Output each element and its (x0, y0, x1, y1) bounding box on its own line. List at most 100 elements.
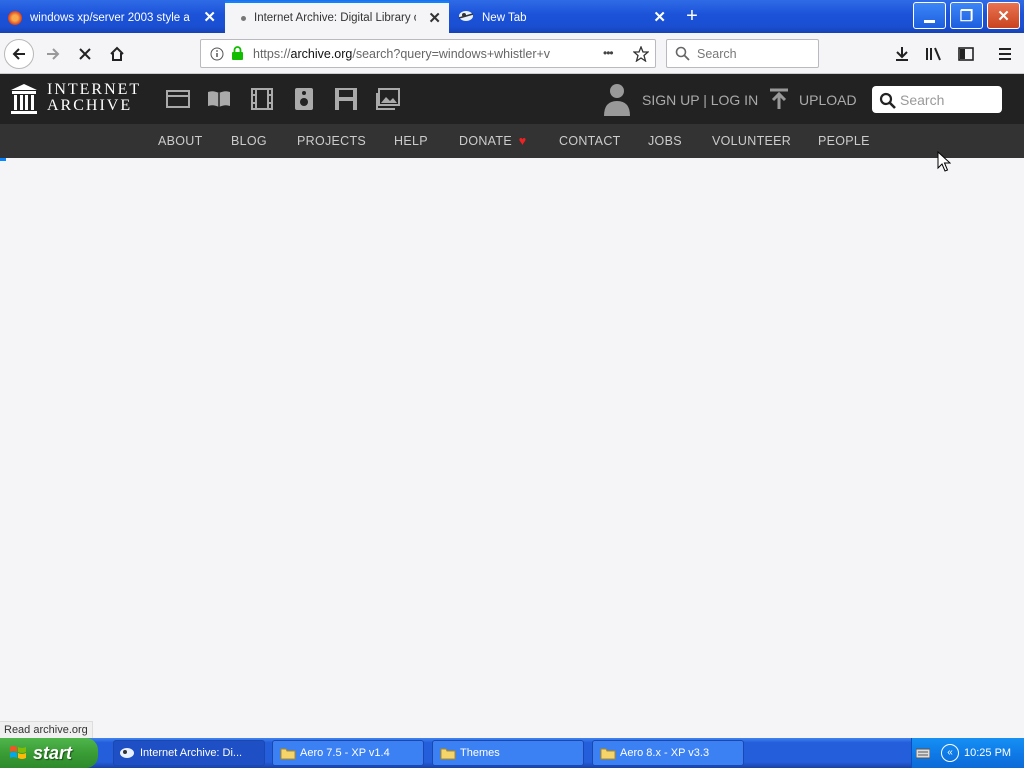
minimize-window-button[interactable] (913, 2, 946, 29)
search-icon (675, 46, 690, 61)
taskbar-item-label: Aero 7.5 - XP v1.4 (300, 747, 390, 759)
taskbar-item-aero-8x[interactable]: Aero 8.x - XP v3.3 (592, 740, 744, 766)
windows-logo-icon (10, 746, 26, 759)
taskbar-item-aero-75[interactable]: Aero 7.5 - XP v1.4 (272, 740, 424, 766)
url-domain: archive.org (290, 47, 353, 61)
software-icon[interactable] (334, 88, 358, 110)
url-text[interactable]: https://archive.org/search?query=windows… (253, 47, 573, 61)
url-scheme: https:// (253, 47, 291, 61)
tab-title: New Tab (482, 11, 527, 24)
folder-icon (280, 747, 296, 763)
logo-line-1: INTERNET (47, 81, 142, 98)
sidebar-button[interactable] (951, 39, 981, 69)
folder-icon (600, 747, 616, 763)
nav-people[interactable]: PEOPLE (818, 134, 870, 148)
close-tab-icon[interactable]: ✕ (428, 11, 441, 26)
status-text: Read archive.org (0, 721, 93, 739)
close-tab-icon[interactable]: ✕ (203, 10, 216, 25)
heart-icon: ♥ (518, 134, 527, 148)
page-content-area (0, 161, 1024, 721)
nav-blog[interactable]: BLOG (231, 134, 267, 148)
close-window-button[interactable]: ✕ (987, 2, 1020, 29)
loading-dot-icon (241, 15, 246, 21)
taskbar-item-label: Themes (460, 747, 500, 759)
audio-icon[interactable] (292, 88, 316, 110)
browser-search-bar[interactable]: Search (666, 39, 819, 68)
downloads-button[interactable] (887, 39, 917, 69)
texts-icon[interactable] (207, 88, 231, 110)
taskbar-item-themes[interactable]: Themes (432, 740, 584, 766)
taskbar: start Internet Archive: Di... Aero 7.5 -… (0, 738, 1024, 768)
restore-window-button[interactable]: ❐ (950, 2, 983, 29)
taskbar-item-firefox[interactable]: Internet Archive: Di... (113, 740, 265, 766)
nav-donate-label: DONATE (459, 134, 512, 148)
search-placeholder: Search (697, 47, 737, 61)
nav-help[interactable]: HELP (394, 134, 428, 148)
lock-icon (232, 46, 243, 60)
stop-loading-button[interactable] (70, 39, 100, 69)
upload-link[interactable]: UPLOAD (799, 92, 857, 108)
forward-arrow-icon (47, 48, 60, 60)
tab-new-tab[interactable]: New Tab ✕ (450, 2, 674, 33)
nav-contact[interactable]: CONTACT (559, 134, 621, 148)
home-button[interactable] (102, 39, 132, 69)
start-label: start (33, 742, 73, 763)
home-icon (110, 46, 124, 61)
back-arrow-icon (12, 48, 25, 60)
taskbar-item-label: Internet Archive: Di... (140, 747, 243, 759)
stop-icon (79, 48, 91, 60)
back-button[interactable] (4, 39, 34, 69)
web-icon[interactable] (166, 88, 190, 110)
nav-projects[interactable]: PROJECTS (297, 134, 366, 148)
ia-nav-bar: ABOUT BLOG PROJECTS HELP DONATE ♥ CONTAC… (0, 124, 1024, 158)
search-icon (879, 92, 896, 109)
nav-jobs[interactable]: JOBS (648, 134, 682, 148)
upload-icon[interactable] (769, 88, 789, 110)
hamburger-menu-button[interactable] (990, 39, 1020, 69)
chevron-left-icon: « (947, 747, 953, 758)
sidebar-icon (958, 47, 974, 61)
ia-search-placeholder: Search (900, 92, 945, 108)
page-actions-menu-icon[interactable]: ••• (603, 46, 614, 60)
nav-volunteer[interactable]: VOLUNTEER (712, 134, 791, 148)
library-icon (926, 47, 941, 61)
nav-donate[interactable]: DONATE ♥ (459, 134, 526, 148)
url-bar[interactable]: https://archive.org/search?query=windows… (200, 39, 656, 68)
keyboard-icon[interactable] (916, 747, 930, 759)
tab-internet-archive[interactable]: Internet Archive: Digital Library of ✕ (225, 1, 449, 33)
firefox-icon (119, 746, 135, 763)
tab-title: Internet Archive: Digital Library of (254, 12, 416, 24)
close-icon: ✕ (997, 7, 1010, 25)
close-tab-icon[interactable]: ✕ (653, 10, 666, 25)
ia-logo-text: INTERNET ARCHIVE (47, 82, 141, 114)
navigation-toolbar: https://archive.org/search?query=windows… (0, 33, 1024, 74)
new-tab-button[interactable]: + (681, 4, 703, 28)
forward-button[interactable] (38, 39, 68, 69)
images-icon[interactable] (376, 88, 400, 110)
library-button[interactable] (919, 39, 949, 69)
info-icon[interactable] (210, 47, 224, 61)
taskbar-clock[interactable]: 10:25 PM (964, 747, 1011, 759)
tab-windows-xp-search[interactable]: windows xp/server 2003 style arch ✕ (0, 2, 224, 33)
signup-login-link[interactable]: SIGN UP | LOG IN (642, 92, 758, 108)
folder-icon (440, 747, 456, 763)
download-icon (896, 47, 908, 61)
ia-search-box[interactable]: Search (872, 86, 1002, 113)
logo-line-2: ARCHIVE (47, 97, 133, 114)
url-path: /search?query=windows+whistler+v (352, 47, 551, 61)
restore-icon: ❐ (959, 7, 974, 25)
ia-top-bar: INTERNET ARCHIVE SIGN UP | LOG IN UPLOAD… (0, 74, 1024, 124)
archive-building-icon (11, 84, 37, 114)
taskbar-item-label: Aero 8.x - XP v3.3 (620, 747, 710, 759)
browser-tab-strip: windows xp/server 2003 style arch ✕ Inte… (0, 0, 1024, 33)
start-button[interactable]: start (0, 738, 98, 768)
hamburger-menu-icon (999, 48, 1011, 60)
duckduckgo-favicon-icon (8, 10, 22, 25)
video-icon[interactable] (250, 88, 274, 110)
show-hidden-icons-button[interactable]: « (941, 744, 959, 762)
firefox-favicon-icon (458, 9, 474, 26)
nav-about[interactable]: ABOUT (158, 134, 203, 148)
bookmark-star-icon[interactable] (633, 46, 649, 62)
minimize-icon (924, 20, 935, 23)
user-avatar-icon[interactable] (603, 82, 631, 116)
